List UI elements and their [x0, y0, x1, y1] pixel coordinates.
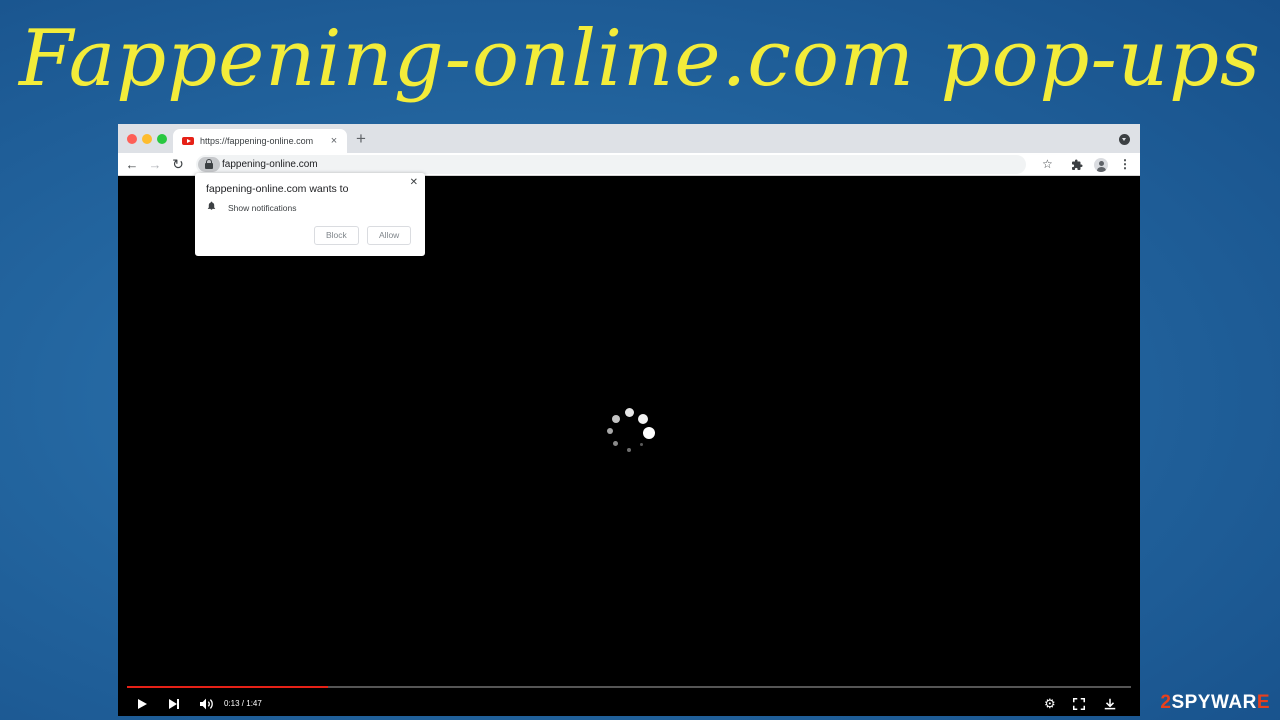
next-icon[interactable]	[169, 692, 181, 716]
video-time: 0:13 / 1:47	[224, 699, 262, 708]
volume-icon[interactable]	[198, 692, 214, 716]
minimize-window-button[interactable]	[142, 134, 152, 144]
video-controls: 0:13 / 1:47 ⚙	[118, 692, 1140, 716]
tab-search-icon[interactable]	[1119, 134, 1130, 145]
tab-strip: https://fappening-online.com × +	[118, 124, 1140, 153]
allow-button[interactable]: Allow	[367, 226, 412, 245]
bell-icon	[207, 201, 216, 210]
youtube-icon	[182, 137, 194, 145]
url-text[interactable]: fappening-online.com	[222, 159, 318, 170]
loading-spinner-icon	[599, 406, 657, 456]
back-button[interactable]: ←	[124, 153, 140, 176]
video-progress-bar[interactable]	[127, 686, 1131, 688]
play-icon[interactable]	[138, 692, 148, 716]
browser-window: https://fappening-online.com × + ← → ↻ f…	[118, 124, 1140, 716]
new-tab-button[interactable]: +	[356, 129, 366, 149]
browser-tab[interactable]: https://fappening-online.com ×	[173, 129, 347, 153]
close-icon[interactable]: ✕	[410, 177, 418, 188]
lock-icon[interactable]	[198, 157, 220, 172]
puzzle-icon[interactable]	[1071, 153, 1083, 176]
bookmark-star-icon[interactable]: ☆	[1042, 153, 1053, 176]
notification-permission-popup: fappening-online.com wants to ✕ Show not…	[195, 173, 425, 256]
gear-icon[interactable]: ⚙	[1044, 692, 1056, 716]
menu-icon[interactable]: ⋮	[1119, 153, 1131, 176]
close-window-button[interactable]	[127, 134, 137, 144]
page-title: Fappening-online.com pop-ups	[18, 14, 1262, 104]
watermark-logo: 2SPYWARE	[1160, 692, 1270, 713]
tab-close-icon[interactable]: ×	[327, 135, 341, 147]
video-progress-fill	[127, 686, 328, 688]
download-icon[interactable]	[1103, 692, 1117, 716]
address-bar[interactable]: fappening-online.com	[196, 155, 1026, 174]
reload-button[interactable]: ↻	[170, 153, 186, 176]
tab-title: https://fappening-online.com	[200, 136, 314, 146]
popup-title: fappening-online.com wants to	[206, 183, 349, 195]
avatar-icon[interactable]	[1094, 158, 1108, 172]
permission-text: Show notifications	[228, 203, 297, 213]
block-button[interactable]: Block	[314, 226, 359, 245]
maximize-window-button[interactable]	[157, 134, 167, 144]
forward-button[interactable]: →	[147, 153, 163, 176]
fullscreen-icon[interactable]	[1072, 692, 1086, 716]
